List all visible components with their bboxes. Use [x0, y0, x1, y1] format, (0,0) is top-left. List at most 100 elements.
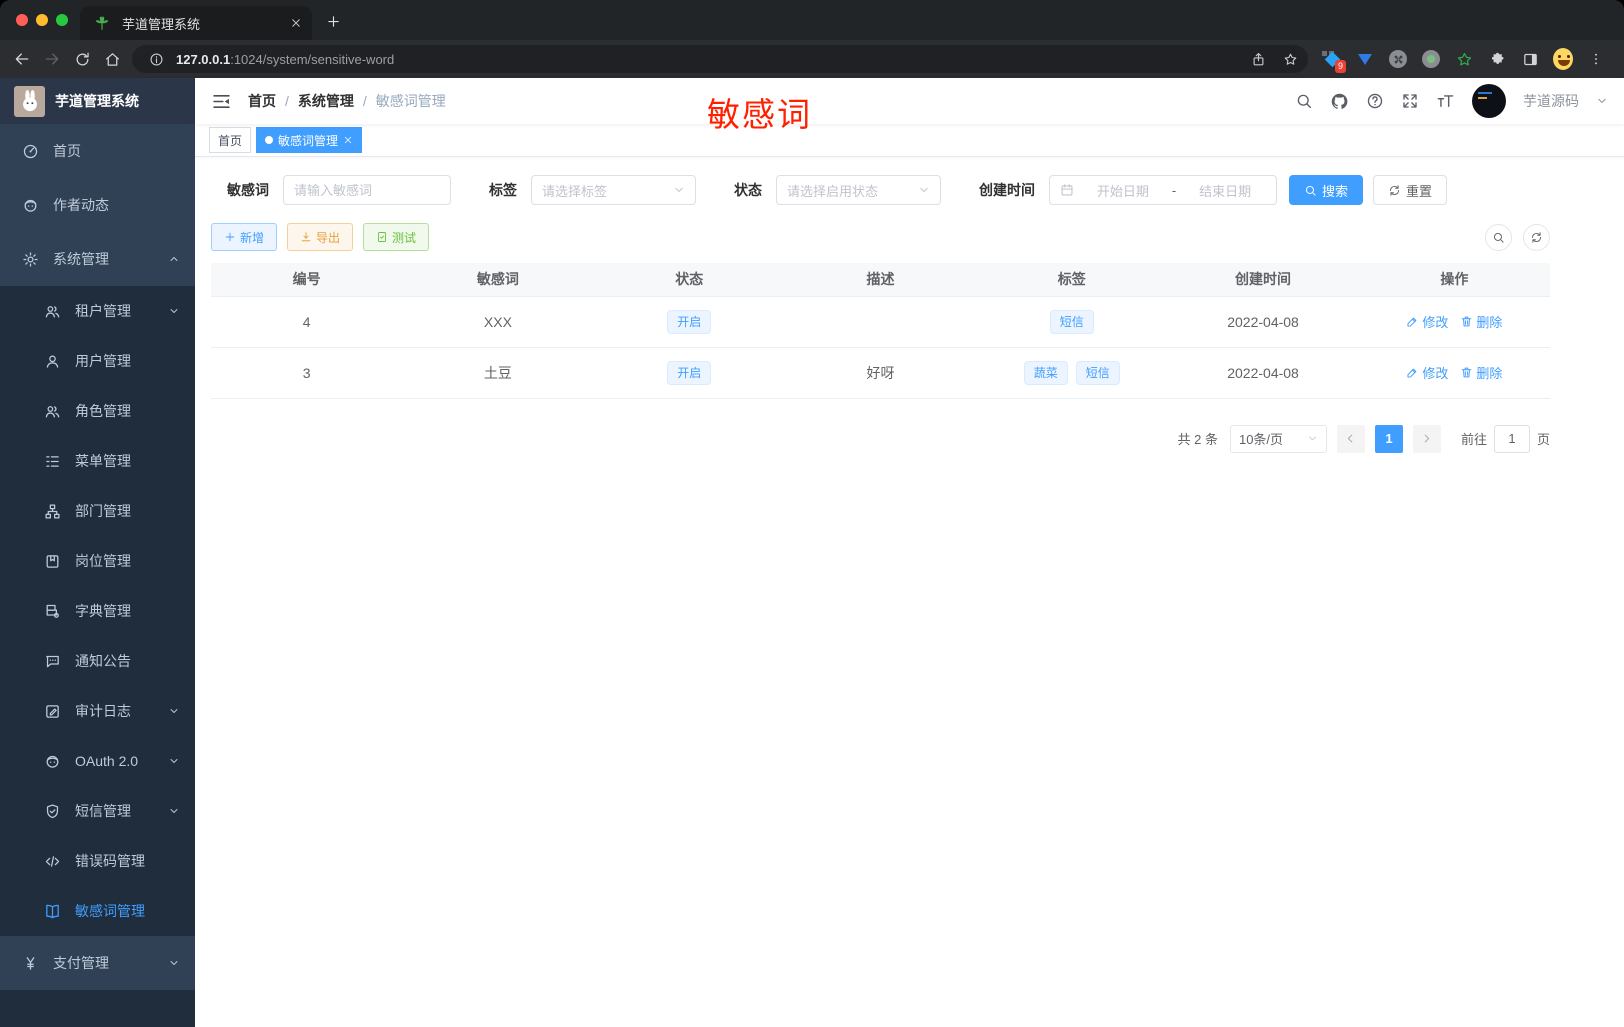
- sidebar-logo-row[interactable]: 芋道管理系统: [0, 78, 195, 124]
- table-column-header: 标签: [976, 263, 1168, 297]
- filter-status-group: 状态 请选择启用状态: [734, 175, 941, 205]
- cell-status: 开启: [593, 296, 785, 348]
- open-book-icon: [44, 903, 62, 920]
- sidebar-item-label: 部门管理: [75, 503, 131, 519]
- reset-button[interactable]: 重置: [1373, 175, 1448, 205]
- close-window-button[interactable]: [16, 14, 28, 26]
- side-panel-icon[interactable]: [1520, 49, 1540, 69]
- sidebar-item[interactable]: 租户管理: [0, 286, 195, 336]
- extension-cluster: 9: [1322, 48, 1606, 73]
- prev-page-button[interactable]: [1336, 424, 1365, 453]
- question-icon[interactable]: [1366, 92, 1384, 110]
- sidebar-item-label: 通知公告: [75, 653, 131, 669]
- delete-button[interactable]: 删除: [1460, 312, 1502, 331]
- export-button[interactable]: 导出: [287, 223, 354, 251]
- sidebar-item[interactable]: 短信管理: [0, 786, 195, 836]
- browser-tab[interactable]: 芋道管理系统: [80, 6, 312, 40]
- refresh-table-button[interactable]: [1523, 223, 1550, 251]
- sidebar-item[interactable]: 支付管理: [0, 936, 195, 990]
- sidebar-item-label: 字典管理: [75, 603, 131, 619]
- content: 敏感词 标签 请选择标签 状态: [195, 157, 1624, 1027]
- command-extension-icon[interactable]: [1388, 49, 1408, 69]
- funnel-extension-icon[interactable]: [1355, 49, 1375, 69]
- fontsize-icon[interactable]: [1436, 92, 1455, 111]
- sidebar-item[interactable]: 角色管理: [0, 386, 195, 436]
- breadcrumb-separator: /: [285, 93, 289, 109]
- forward-button[interactable]: [38, 45, 66, 73]
- shield-icon: [44, 803, 62, 820]
- record-extension-icon[interactable]: [1421, 49, 1441, 69]
- sidebar-item[interactable]: 菜单管理: [0, 436, 195, 486]
- tag-view-label: 首页: [218, 133, 243, 148]
- cell-tags: 蔬菜 短信: [976, 347, 1168, 399]
- sidebar-item[interactable]: 作者动态: [0, 178, 195, 232]
- cell-created: 2022-04-08: [1167, 347, 1359, 399]
- url-path: :1024/system/sensitive-word: [230, 51, 395, 67]
- sidebar-item-label: 租户管理: [75, 303, 131, 319]
- keyword-input[interactable]: [294, 182, 440, 198]
- tag-view-item[interactable]: 敏感词管理: [256, 127, 363, 153]
- search-icon[interactable]: [1295, 92, 1313, 110]
- github-icon[interactable]: [1330, 92, 1349, 111]
- sidebar-item[interactable]: 岗位管理: [0, 536, 195, 586]
- breadcrumb-item[interactable]: 系统管理: [298, 91, 354, 111]
- home-button[interactable]: [98, 45, 126, 73]
- extension-badge: 9: [1334, 60, 1346, 73]
- avatar[interactable]: [1472, 84, 1506, 118]
- status-select[interactable]: 请选择启用状态: [776, 175, 941, 205]
- page-number-button[interactable]: 1: [1374, 424, 1403, 453]
- diamond-extension-icon[interactable]: 9: [1322, 49, 1346, 73]
- chevron-down-icon[interactable]: [1596, 95, 1608, 107]
- add-button[interactable]: 新增: [211, 223, 278, 251]
- sidebar-item[interactable]: 首页: [0, 124, 195, 178]
- back-button[interactable]: [8, 45, 36, 73]
- hamburger-icon[interactable]: [211, 91, 232, 112]
- breadcrumb-item[interactable]: 首页: [248, 91, 276, 111]
- sidebar-item[interactable]: 错误码管理: [0, 836, 195, 886]
- yen-icon: [22, 955, 40, 972]
- sidebar-item[interactable]: 用户管理: [0, 336, 195, 386]
- search-button[interactable]: 搜索: [1289, 175, 1364, 205]
- sidebar-item[interactable]: 字典管理: [0, 586, 195, 636]
- goto-page-input[interactable]: [1493, 424, 1530, 453]
- cell-word: XXX: [402, 296, 594, 348]
- site-info-icon[interactable]: [144, 47, 168, 71]
- sidebar-item[interactable]: 审计日志: [0, 686, 195, 736]
- test-button[interactable]: 测试: [363, 223, 430, 251]
- kebab-menu-icon[interactable]: [1586, 49, 1606, 69]
- page-size-select[interactable]: 10条/页: [1229, 424, 1327, 453]
- share-icon[interactable]: [1246, 47, 1270, 71]
- fullscreen-icon[interactable]: [1401, 92, 1419, 110]
- edit-button[interactable]: 修改: [1406, 312, 1448, 331]
- next-page-button[interactable]: [1412, 424, 1441, 453]
- sidebar-item[interactable]: OAuth 2.0: [0, 736, 195, 786]
- profile-emoji-icon[interactable]: [1553, 48, 1573, 70]
- tag-select[interactable]: 请选择标签: [531, 175, 696, 205]
- reload-button[interactable]: [68, 45, 96, 73]
- gear-icon: [22, 251, 40, 268]
- new-tab-button[interactable]: [322, 10, 344, 32]
- delete-button[interactable]: 删除: [1460, 363, 1502, 382]
- sidebar-item[interactable]: 通知公告: [0, 636, 195, 686]
- sidebar-item[interactable]: 部门管理: [0, 486, 195, 536]
- close-icon[interactable]: [343, 135, 353, 145]
- zoom-window-button[interactable]: [56, 14, 68, 26]
- address-bar[interactable]: 127.0.0.1:1024/system/sensitive-word: [132, 45, 1308, 73]
- username: 芋道源码: [1523, 93, 1579, 109]
- cell-created: 2022-04-08: [1167, 296, 1359, 348]
- toggle-search-button[interactable]: [1485, 223, 1512, 251]
- users-icon: [44, 303, 62, 320]
- edit-button[interactable]: 修改: [1406, 363, 1448, 382]
- annotation-text: 敏感词: [707, 96, 812, 133]
- tag-view-item[interactable]: 首页: [209, 127, 252, 153]
- sidebar-item[interactable]: 敏感词管理: [0, 886, 195, 936]
- bookmark-star-icon[interactable]: [1278, 47, 1302, 71]
- tab-close-icon[interactable]: [290, 17, 302, 29]
- date-range-picker[interactable]: 开始日期 - 结束日期: [1049, 175, 1277, 205]
- minimize-window-button[interactable]: [36, 14, 48, 26]
- puzzle-icon[interactable]: [1487, 49, 1507, 69]
- green-star-extension-icon[interactable]: [1454, 49, 1474, 69]
- sidebar: 芋道管理系统 首页 作者动态 系统管理租户管理用户管理 角色管理 菜单管理部门管理岗位管…: [0, 78, 195, 1027]
- app-root: 芋道管理系统 首页 作者动态 系统管理 租户管理 用户管理 角色管理 菜单管理 部门管理 岗位管…: [0, 78, 1624, 1027]
- sidebar-item[interactable]: 系统管理: [0, 232, 195, 286]
